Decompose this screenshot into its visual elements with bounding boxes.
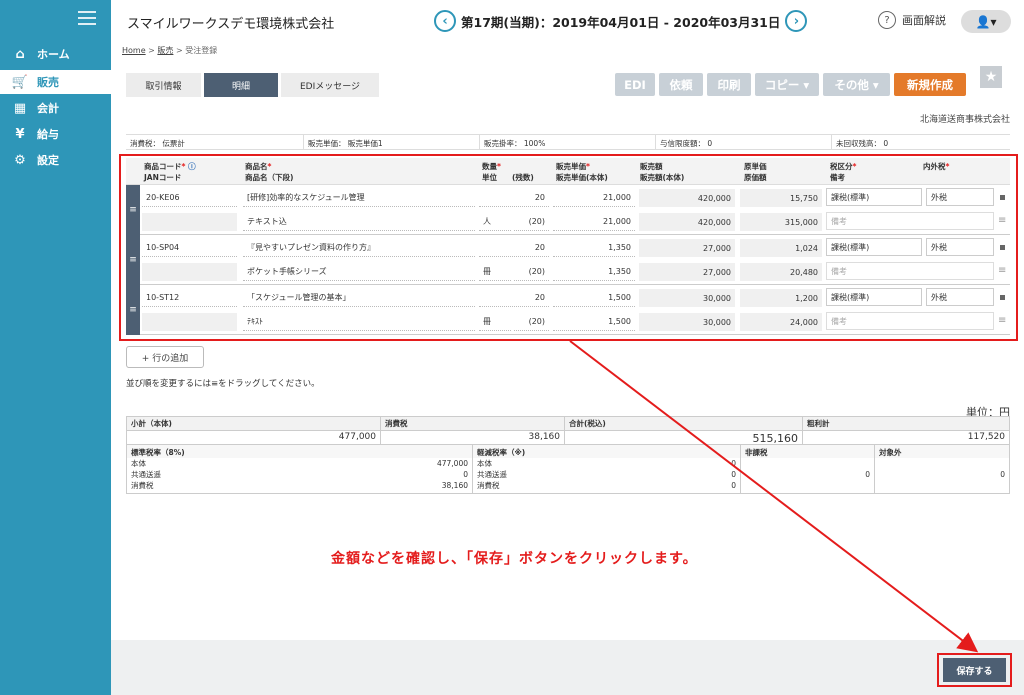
total-value: 515,160 — [565, 430, 803, 445]
info-tax: 消費税： 伝票計 — [126, 135, 304, 149]
sidebar-item-3[interactable]: ¥ 給与 — [0, 122, 111, 146]
gear-icon: ⚙ — [14, 152, 26, 168]
help-label: 画面解説 — [902, 14, 946, 27]
sidebar-item-label: 設定 — [37, 154, 59, 167]
print-button[interactable]: 印刷 — [707, 73, 751, 96]
summary-table: 小計（本体) 消費税 合計(税込) 粗利計 477,000 38,160 515… — [126, 416, 1010, 445]
client-name: 北海道送商事株式会社 — [919, 115, 1010, 125]
sidebar: ⌂ ホーム 🛒 販売 ▦ 会計 ¥ 給与 ⚙ 設定 — [0, 0, 111, 695]
tab-transaction-info[interactable]: 取引情報 — [126, 73, 201, 97]
tax-reduced: 軽減税率（※) 本体 0 共通送遥 0 消費税 0 — [473, 445, 741, 493]
user-menu-button[interactable]: 👤▾ — [961, 10, 1011, 33]
other-button[interactable]: その他 ▾ — [823, 73, 890, 96]
company-name: スマイルワークスデモ環境株式会社 — [127, 17, 335, 32]
tax-exempt: 非課税 0 — [741, 445, 875, 493]
drag-note: 並び順を変更するには≡をドラッグしてください。 — [126, 379, 320, 389]
breadcrumb: Home > 販売 > 受注登録 — [122, 46, 218, 55]
subtotal-label: 小計（本体) — [127, 417, 381, 430]
tax-outside: 対象外 0 — [875, 445, 1009, 493]
cart-icon: 🛒 — [11, 74, 29, 90]
sidebar-item-label: 販売 — [37, 76, 59, 89]
period-selector: ‹ 第17期(当期)：2019年04月01日 - 2020年03月31日 › — [429, 10, 812, 32]
tax-breakdown: 標準税率（8%) 本体 477,000 共通送遥 0 消費税 38,160 軽減税率（… — [126, 444, 1010, 494]
prev-period-icon[interactable]: ‹ — [434, 10, 456, 32]
period-label: 第17期(当期)：2019年04月01日 - 2020年03月31日 — [461, 14, 781, 30]
calculator-icon: ▦ — [13, 100, 27, 116]
tax-label: 消費税 — [381, 417, 565, 430]
sidebar-item-0[interactable]: ⌂ ホーム — [0, 42, 111, 66]
add-row-button[interactable]: + 行の追加 — [126, 346, 204, 368]
highlight-box-save — [937, 653, 1012, 687]
star-icon[interactable]: ★ — [980, 66, 1002, 88]
edi-button[interactable]: EDI — [615, 73, 655, 96]
toolbar: EDI 依頼 印刷 コピー ▾ その他 ▾ 新規作成 — [615, 73, 970, 96]
breadcrumb-sales[interactable]: 販売 — [157, 46, 173, 55]
info-rate: 販売掛率： 100% — [480, 135, 656, 149]
total-label: 合計(税込) — [565, 417, 803, 430]
question-icon: ? — [878, 11, 896, 29]
subtotal-value: 477,000 — [127, 430, 381, 444]
sidebar-item-label: 会計 — [37, 102, 59, 115]
new-create-button[interactable]: 新規作成 — [894, 73, 966, 96]
sidebar-item-2[interactable]: ▦ 会計 — [0, 96, 111, 120]
instruction-message: 金額などを確認し、「保存」ボタンをクリックします。 — [331, 551, 698, 567]
tab-details[interactable]: 明細 — [204, 73, 278, 97]
copy-button[interactable]: コピー ▾ — [755, 73, 819, 96]
info-unpaid: 未回収残高： 0 — [836, 139, 889, 148]
request-button[interactable]: 依頼 — [659, 73, 703, 96]
sidebar-item-label: 給与 — [37, 128, 59, 141]
money-bag-icon: ¥ — [15, 126, 25, 142]
next-period-icon[interactable]: › — [785, 10, 808, 32]
hamburger-menu-icon[interactable] — [78, 11, 96, 29]
info-credit: 与信限度額： 0 — [656, 135, 832, 149]
info-row: 消費税： 伝票計 販売単価： 販売単価1 販売掛率： 100% 与信限度額： 0… — [126, 134, 1010, 150]
tax-standard: 標準税率（8%) 本体 477,000 共通送遥 0 消費税 38,160 — [127, 445, 473, 493]
header: スマイルワークスデモ環境株式会社 ‹ 第17期(当期)：2019年04月01日 … — [111, 0, 1024, 42]
highlight-box-lines — [119, 154, 1018, 341]
tab-bar: 取引情報 明細 EDIメッセージ — [126, 73, 382, 97]
sidebar-item-label: ホーム — [37, 48, 70, 61]
tax-value: 38,160 — [381, 430, 565, 444]
gross-value: 117,520 — [803, 430, 1009, 444]
tab-edi-message[interactable]: EDIメッセージ — [281, 73, 379, 97]
breadcrumb-home[interactable]: Home — [122, 46, 146, 55]
footer-bar — [111, 640, 1024, 695]
breadcrumb-current: 受注登録 — [185, 46, 218, 55]
sidebar-item-1[interactable]: 🛒 販売 — [0, 70, 111, 94]
help-link[interactable]: ? 画面解説 — [878, 11, 946, 29]
info-price: 販売単価： 販売単価1 — [304, 135, 480, 149]
gross-label: 粗利計 — [803, 417, 1009, 430]
sidebar-item-4[interactable]: ⚙ 設定 — [0, 148, 111, 172]
home-icon: ⌂ — [15, 46, 25, 62]
